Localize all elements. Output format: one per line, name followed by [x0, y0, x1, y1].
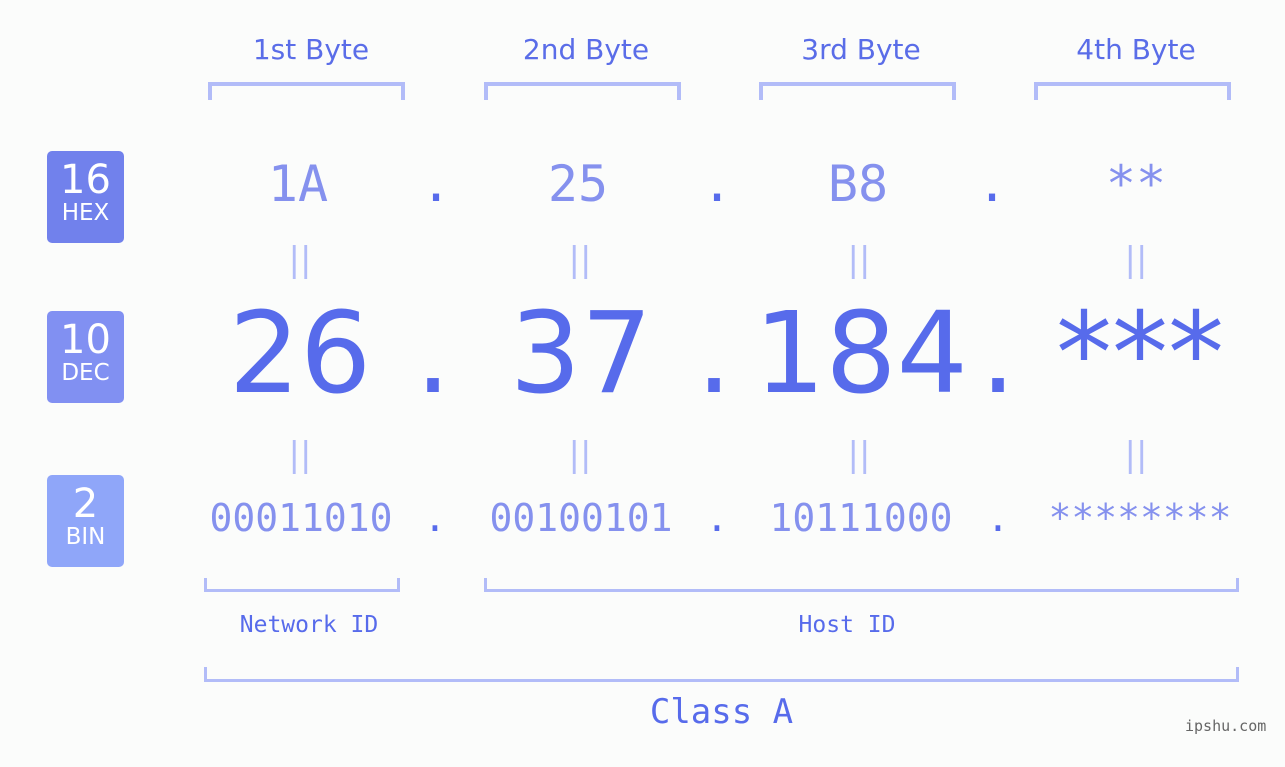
- hex-base-number: 16: [60, 157, 111, 203]
- equals-sign: ||: [847, 240, 871, 280]
- byte-title-2: 2nd Byte: [522, 33, 650, 66]
- bin-value-2: 00100101: [489, 496, 673, 540]
- dec-value-1: 26: [228, 289, 372, 419]
- class-label: Class A: [649, 692, 794, 732]
- bin-value-4: ********: [1048, 496, 1232, 540]
- dec-dot-3: .: [980, 289, 1016, 419]
- byte-title-1: 1st Byte: [252, 33, 370, 66]
- hex-value-1: 1A: [267, 155, 329, 213]
- hex-value-2: 25: [547, 155, 609, 213]
- equals-sign: ||: [568, 435, 592, 475]
- bin-dot-2: .: [705, 496, 729, 540]
- host-id-label: Host ID: [798, 612, 896, 638]
- equals-sign: ||: [1124, 240, 1148, 280]
- byte-bracket-1: [208, 82, 405, 100]
- dec-base-number: 10: [60, 317, 111, 363]
- host-id-bracket: [484, 578, 1239, 592]
- bin-value-1: 00011010: [209, 496, 393, 540]
- hex-dot-3: .: [976, 155, 1008, 213]
- watermark: ipshu.com: [1185, 717, 1267, 735]
- bin-value-3: 10111000: [769, 496, 953, 540]
- hex-value-3: B8: [827, 155, 889, 213]
- hex-base-label: HEX: [61, 200, 110, 226]
- dec-value-3: 184: [754, 289, 968, 419]
- hex-dot-1: .: [420, 155, 452, 213]
- equals-sign: ||: [288, 435, 312, 475]
- byte-bracket-4: [1034, 82, 1231, 100]
- equals-sign: ||: [288, 240, 312, 280]
- equals-sign: ||: [568, 240, 592, 280]
- hex-dot-2: .: [701, 155, 733, 213]
- bin-dot-1: .: [423, 496, 447, 540]
- bin-badge: 2 BIN: [47, 475, 124, 567]
- byte-bracket-2: [484, 82, 681, 100]
- equals-sign: ||: [847, 435, 871, 475]
- dec-base-label: DEC: [61, 360, 110, 386]
- dec-value-4: ***: [1056, 289, 1224, 419]
- hex-badge: 16 HEX: [47, 151, 124, 243]
- byte-bracket-3: [759, 82, 956, 100]
- dec-badge: 10 DEC: [47, 311, 124, 403]
- bin-base-label: BIN: [65, 524, 106, 550]
- byte-title-3: 3rd Byte: [801, 33, 921, 66]
- network-id-label: Network ID: [239, 612, 379, 638]
- dec-dot-2: .: [696, 289, 732, 419]
- bin-base-number: 2: [72, 481, 99, 527]
- bin-dot-3: .: [986, 496, 1010, 540]
- equals-sign: ||: [1124, 435, 1148, 475]
- hex-value-4: **: [1105, 155, 1167, 213]
- byte-title-4: 4th Byte: [1076, 33, 1196, 66]
- dec-dot-1: .: [415, 289, 451, 419]
- class-bracket: [204, 667, 1239, 682]
- dec-value-2: 37: [509, 289, 653, 419]
- network-id-bracket: [204, 578, 400, 592]
